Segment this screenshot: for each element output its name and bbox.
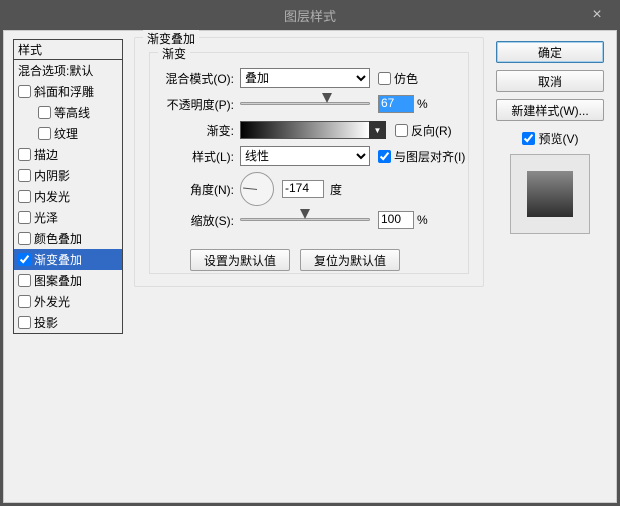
- blend-mode-label: 混合模式(O):: [150, 70, 240, 87]
- style-item-label: 光泽: [34, 209, 58, 226]
- preview-thumbnail: [510, 154, 590, 234]
- gradient-label: 渐变:: [150, 122, 240, 139]
- gradient-sub-title: 渐变: [158, 45, 190, 62]
- gradient-sub-group: 渐变 混合模式(O): 叠加 仿色 不透明度(P): 67 % 渐变: ▼: [149, 52, 469, 274]
- preview-label: 预览(V): [539, 130, 579, 147]
- style-item[interactable]: 投影: [14, 312, 122, 333]
- style-item[interactable]: 颜色叠加: [14, 228, 122, 249]
- angle-input[interactable]: -174: [282, 180, 324, 198]
- style-item[interactable]: 外发光: [14, 291, 122, 312]
- style-item-label: 投影: [34, 314, 58, 331]
- gradient-picker[interactable]: ▼: [240, 121, 370, 139]
- dither-label: 仿色: [394, 70, 418, 87]
- pct-label-2: %: [417, 213, 428, 227]
- opacity-label: 不透明度(P):: [150, 96, 240, 113]
- style-item[interactable]: 图案叠加: [14, 270, 122, 291]
- style-item-label: 颜色叠加: [34, 230, 82, 247]
- style-item-label: 等高线: [54, 104, 90, 121]
- window-title: 图层样式: [284, 6, 336, 25]
- style-item[interactable]: 内发光: [14, 186, 122, 207]
- ok-button[interactable]: 确定: [496, 41, 604, 63]
- reverse-label: 反向(R): [411, 122, 452, 139]
- styles-panel: 样式 混合选项:默认 斜面和浮雕等高线纹理描边内阴影内发光光泽颜色叠加渐变叠加图…: [13, 39, 123, 334]
- scale-slider[interactable]: [240, 212, 370, 228]
- style-item-checkbox[interactable]: [18, 169, 31, 182]
- style-item-checkbox[interactable]: [18, 295, 31, 308]
- blend-mode-select[interactable]: 叠加: [240, 68, 370, 88]
- style-item-label: 图案叠加: [34, 272, 82, 289]
- close-icon[interactable]: ×: [574, 0, 620, 30]
- blending-options-row[interactable]: 混合选项:默认: [14, 60, 122, 81]
- deg-label: 度: [330, 181, 342, 198]
- style-item[interactable]: 渐变叠加: [14, 249, 122, 270]
- chevron-down-icon[interactable]: ▼: [369, 121, 386, 139]
- pct-label-1: %: [417, 97, 428, 111]
- reverse-checkbox[interactable]: [395, 124, 408, 137]
- style-item-checkbox[interactable]: [18, 274, 31, 287]
- style-item[interactable]: 描边: [14, 144, 122, 165]
- angle-dial[interactable]: [240, 172, 274, 206]
- dither-checkbox[interactable]: [378, 72, 391, 85]
- style-item[interactable]: 纹理: [14, 123, 122, 144]
- scale-input[interactable]: 100: [378, 211, 414, 229]
- style-item-label: 纹理: [54, 125, 78, 142]
- style-item[interactable]: 内阴影: [14, 165, 122, 186]
- style-item-label: 内发光: [34, 188, 70, 205]
- styles-list: 混合选项:默认 斜面和浮雕等高线纹理描边内阴影内发光光泽颜色叠加渐变叠加图案叠加…: [13, 59, 123, 334]
- style-item-checkbox[interactable]: [38, 106, 51, 119]
- style-item[interactable]: 斜面和浮雕: [14, 81, 122, 102]
- style-item-checkbox[interactable]: [38, 127, 51, 140]
- opacity-slider[interactable]: [240, 96, 370, 112]
- style-item-checkbox[interactable]: [18, 253, 31, 266]
- scale-label: 缩放(S):: [150, 212, 240, 229]
- style-item-checkbox[interactable]: [18, 148, 31, 161]
- preview-swatch: [527, 171, 573, 217]
- style-item-checkbox[interactable]: [18, 316, 31, 329]
- gradient-overlay-group: 渐变叠加 渐变 混合模式(O): 叠加 仿色 不透明度(P): 67 % 渐变:…: [134, 37, 484, 287]
- align-label: 与图层对齐(I): [394, 148, 465, 165]
- style-item-label: 内阴影: [34, 167, 70, 184]
- blending-options-label: 混合选项:默认: [18, 62, 93, 79]
- titlebar: 图层样式 ×: [0, 0, 620, 30]
- style-item-label: 外发光: [34, 293, 70, 310]
- style-item-label: 斜面和浮雕: [34, 83, 94, 100]
- style-item-checkbox[interactable]: [18, 85, 31, 98]
- right-column: 确定 取消 新建样式(W)... 预览(V): [494, 41, 606, 234]
- cancel-button[interactable]: 取消: [496, 70, 604, 92]
- styles-header: 样式: [13, 39, 123, 59]
- style-item[interactable]: 光泽: [14, 207, 122, 228]
- style-item[interactable]: 等高线: [14, 102, 122, 123]
- style-label: 样式(L):: [150, 148, 240, 165]
- style-item-label: 渐变叠加: [34, 251, 82, 268]
- style-item-checkbox[interactable]: [18, 190, 31, 203]
- reset-default-button[interactable]: 复位为默认值: [300, 249, 400, 271]
- opacity-input[interactable]: 67: [378, 95, 414, 113]
- make-default-button[interactable]: 设置为默认值: [190, 249, 290, 271]
- angle-label: 角度(N):: [150, 181, 240, 198]
- style-item-checkbox[interactable]: [18, 232, 31, 245]
- align-checkbox[interactable]: [378, 150, 391, 163]
- dialog-body: 样式 混合选项:默认 斜面和浮雕等高线纹理描边内阴影内发光光泽颜色叠加渐变叠加图…: [3, 30, 617, 503]
- style-item-label: 描边: [34, 146, 58, 163]
- preview-checkbox[interactable]: [522, 132, 535, 145]
- style-item-checkbox[interactable]: [18, 211, 31, 224]
- style-select[interactable]: 线性: [240, 146, 370, 166]
- new-style-button[interactable]: 新建样式(W)...: [496, 99, 604, 121]
